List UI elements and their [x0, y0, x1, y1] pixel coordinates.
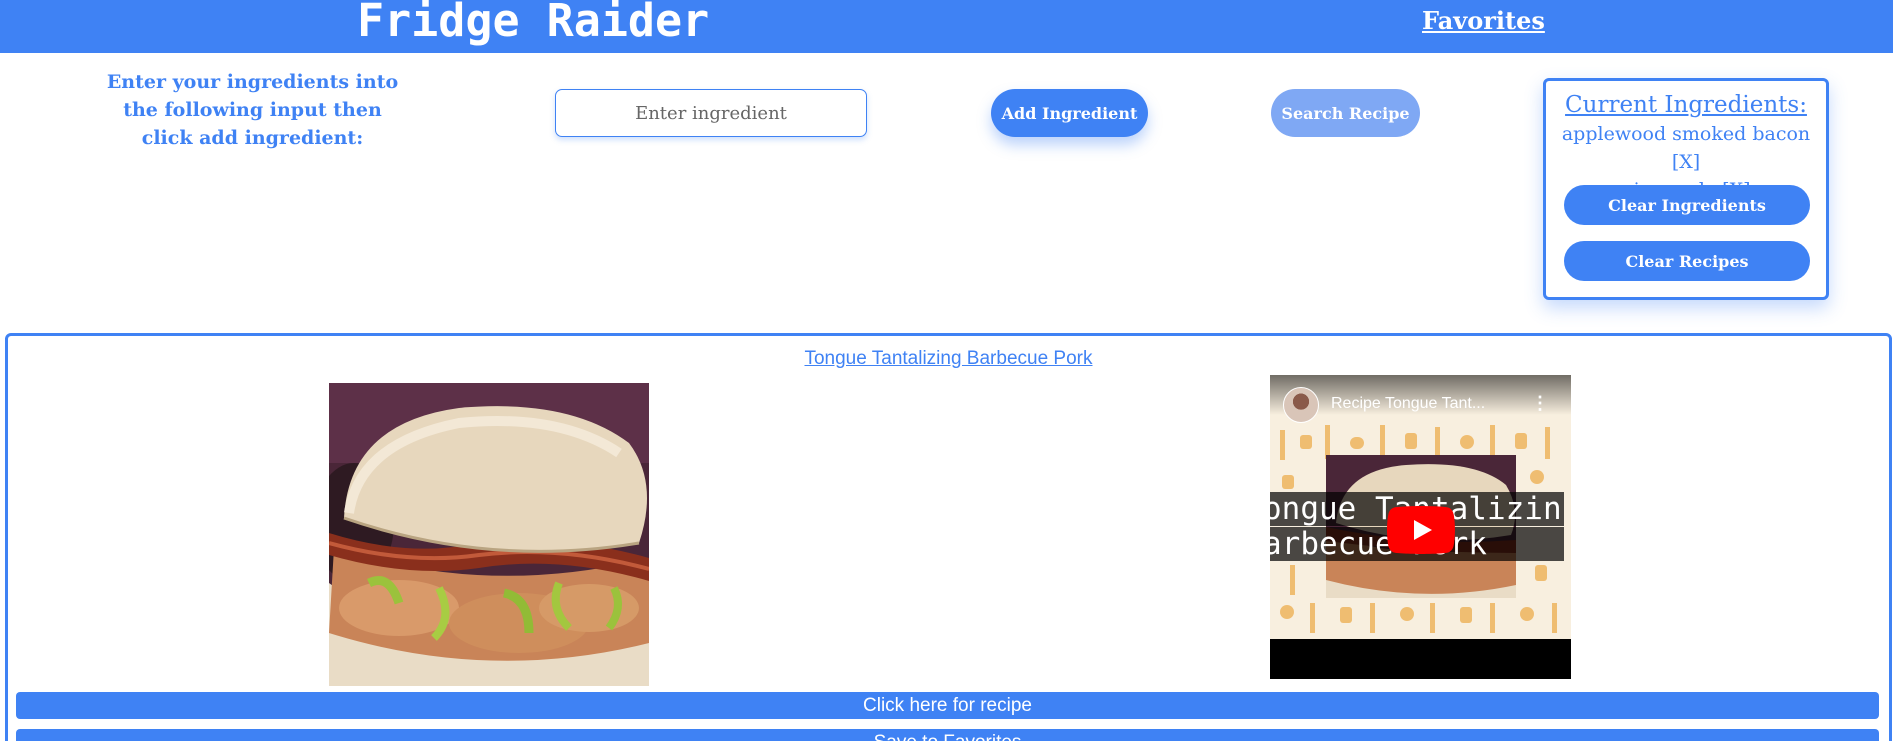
play-icon[interactable]: [1387, 506, 1455, 554]
clear-ingredients-button[interactable]: Clear Ingredients: [1564, 185, 1810, 225]
recipe-link-button[interactable]: Click here for recipe: [16, 692, 1879, 719]
recipe-card: Tongue Tantalizing Barbecue Pork ongue T…: [5, 333, 1892, 741]
ingredient-input[interactable]: [555, 89, 867, 137]
sandwich-illustration: [329, 383, 649, 686]
save-to-favorites-button[interactable]: Save to Favorites: [16, 729, 1879, 741]
current-ingredients-panel: Current Ingredients: applewood smoked ba…: [1543, 78, 1829, 300]
add-ingredient-button[interactable]: Add Ingredient: [991, 89, 1148, 137]
current-ingredients-heading: Current Ingredients:: [1565, 92, 1807, 118]
top-nav-bar: Fridge Raider Favorites: [0, 0, 1893, 53]
favorites-link[interactable]: Favorites: [1422, 6, 1545, 35]
clear-recipes-button[interactable]: Clear Recipes: [1564, 241, 1810, 281]
video-embed[interactable]: ongue Tantalizin arbecue Pork Recipe Ton…: [1270, 375, 1571, 679]
channel-avatar[interactable]: [1283, 387, 1319, 423]
ingredient-item[interactable]: applewood smoked bacon [X]: [1546, 120, 1826, 176]
app-title: Fridge Raider: [357, 0, 710, 47]
video-frame: ongue Tantalizin arbecue Pork Recipe Ton…: [1270, 375, 1571, 639]
more-options-icon[interactable]: ⋮: [1531, 393, 1549, 414]
instruction-text: Enter your ingredients into the followin…: [106, 71, 399, 149]
recipe-title-link[interactable]: Tongue Tantalizing Barbecue Pork: [8, 348, 1889, 370]
video-title[interactable]: Recipe Tongue Tant...: [1331, 395, 1485, 413]
recipe-image: [329, 383, 649, 686]
search-recipe-button[interactable]: Search Recipe: [1271, 89, 1420, 137]
